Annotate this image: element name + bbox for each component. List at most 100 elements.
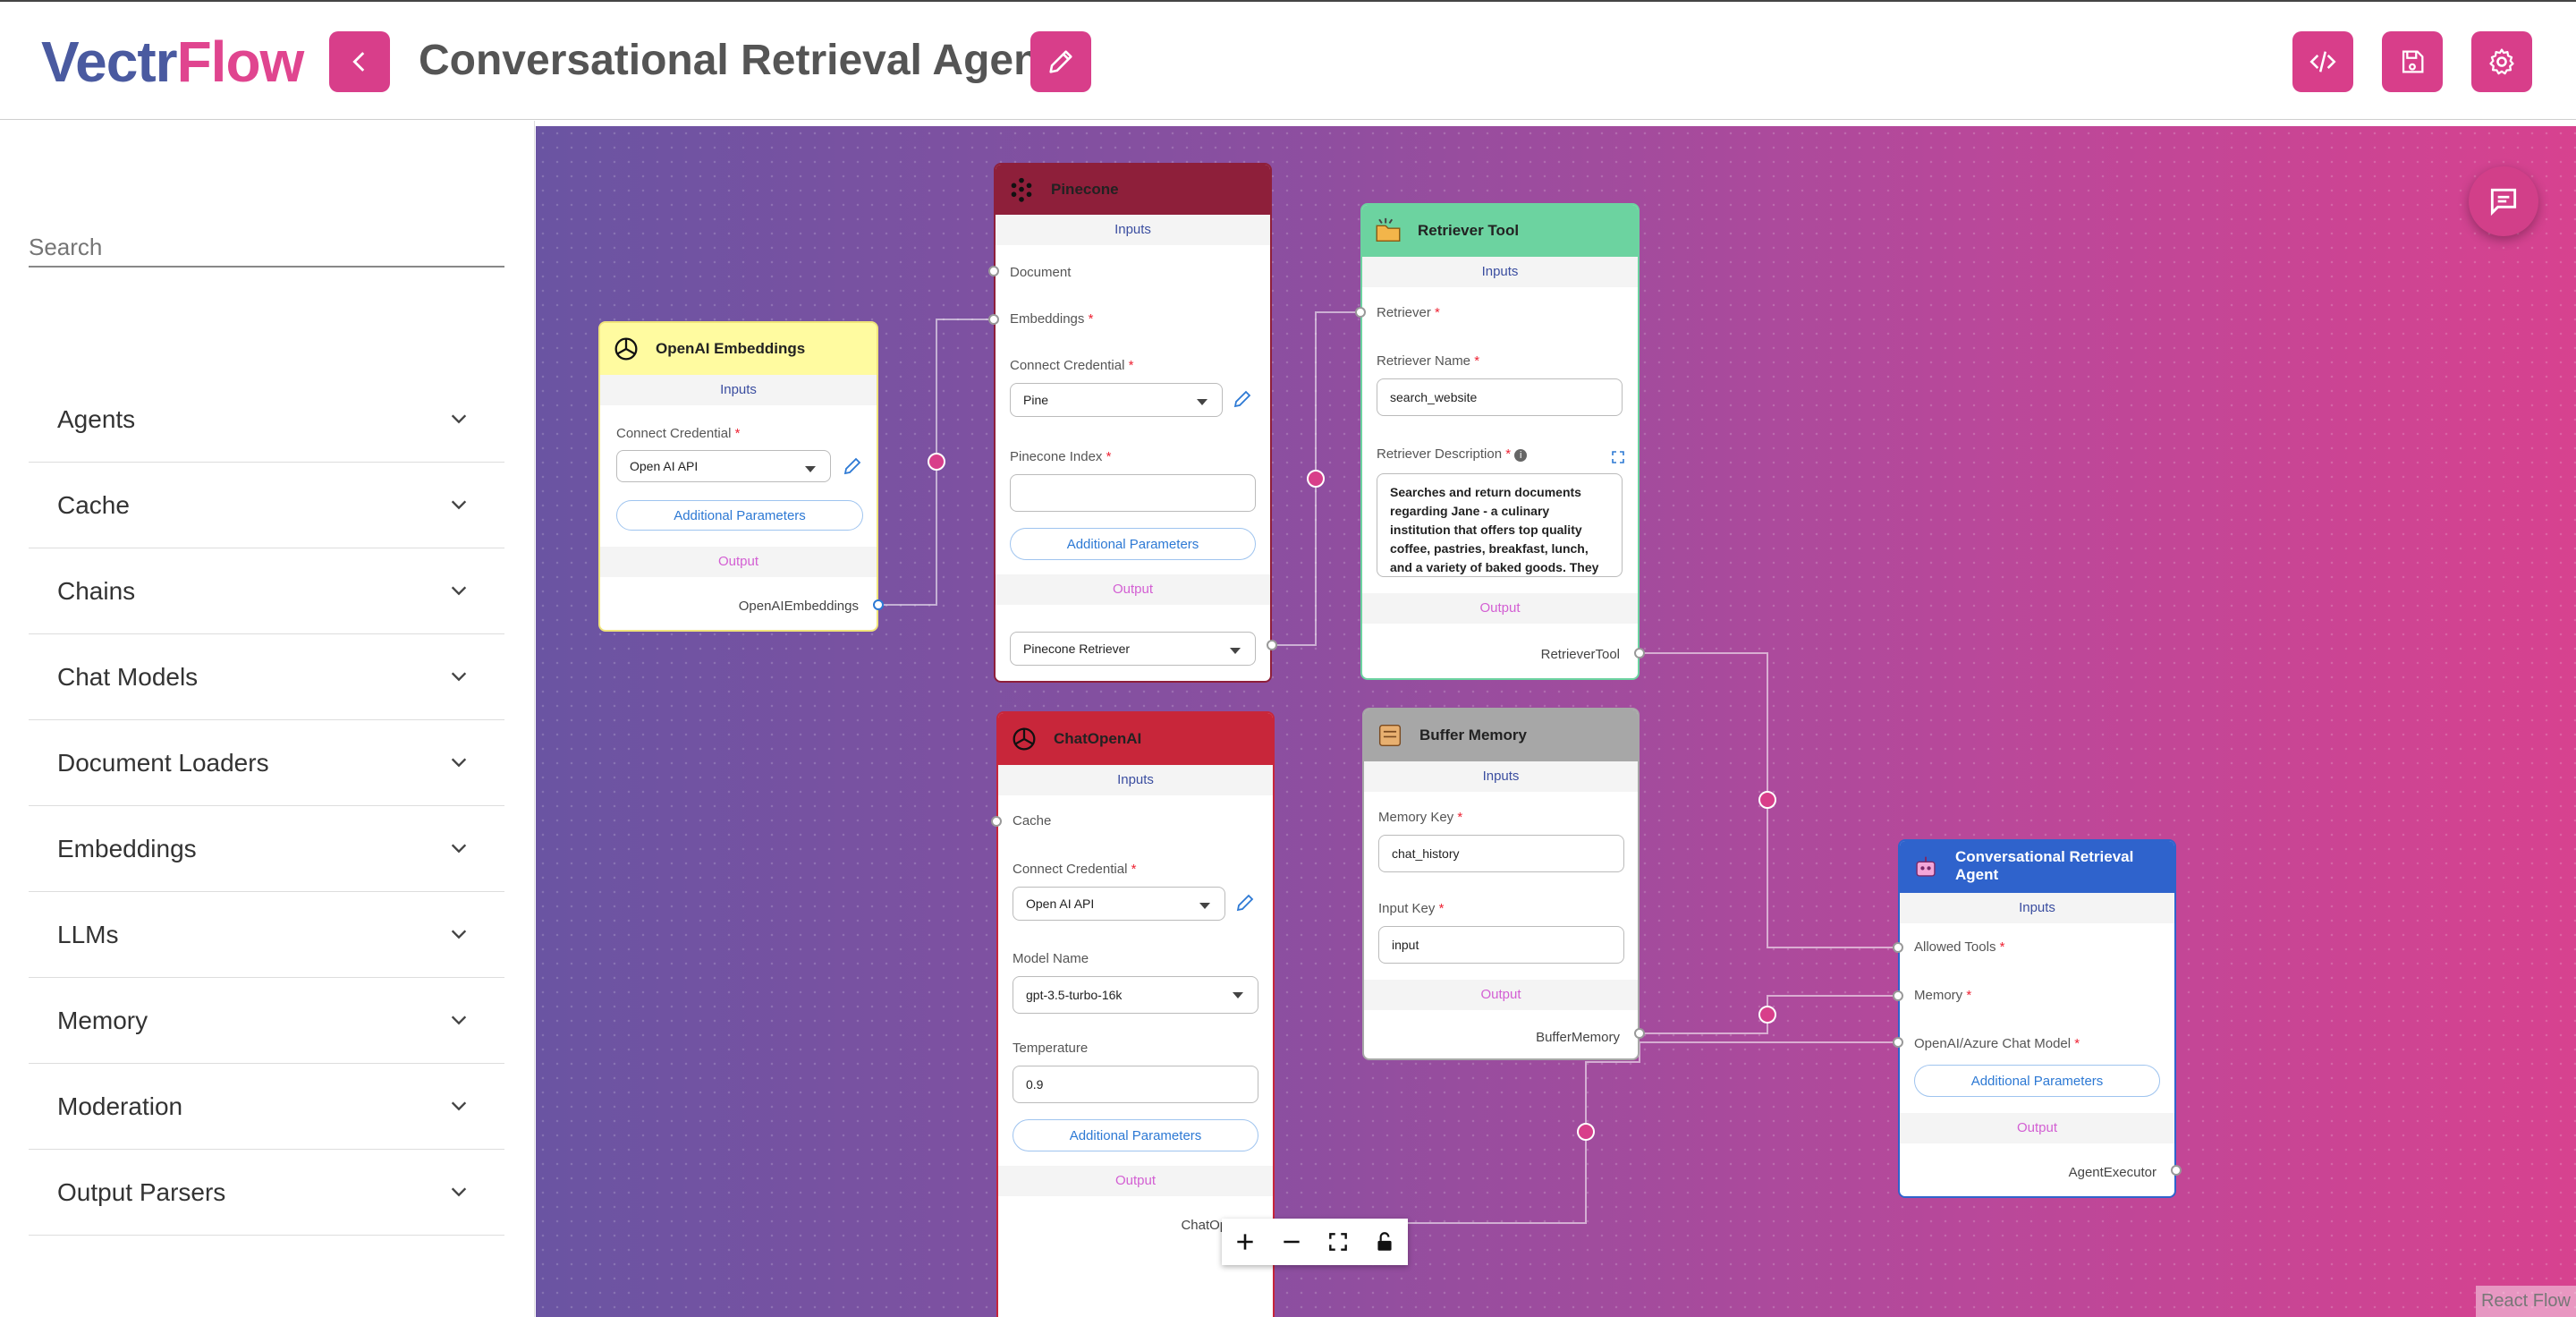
folder-tool-icon — [1376, 217, 1401, 242]
sidebar-category[interactable]: Document Loaders — [29, 720, 504, 806]
sidebar-category[interactable]: LLMs — [29, 892, 504, 978]
additional-parameters-button[interactable]: Additional Parameters — [616, 500, 863, 531]
allowed-tools-input-handle[interactable] — [1893, 942, 1903, 953]
output-handle[interactable] — [873, 599, 884, 610]
chevron-down-icon — [451, 1101, 467, 1111]
node-title: OpenAI Embeddings — [656, 340, 806, 357]
additional-parameters-button[interactable]: Additional Parameters — [1010, 528, 1256, 560]
node-openai-embeddings[interactable]: OpenAI Embeddings Inputs Connect Credent… — [598, 321, 878, 632]
embeddings-input-handle[interactable] — [988, 314, 999, 325]
retriever-name-input[interactable]: search_website — [1377, 378, 1623, 416]
chevron-down-icon — [451, 414, 467, 424]
sidebar-category-label: Chains — [57, 576, 136, 605]
edit-credential-icon[interactable] — [842, 455, 863, 477]
chat-icon — [2490, 188, 2517, 217]
node-title: Buffer Memory — [1419, 726, 1527, 743]
sidebar-category[interactable]: Moderation — [29, 1064, 504, 1150]
sidebar-category-label: Memory — [57, 1006, 148, 1034]
chat-model-input-handle[interactable] — [1893, 1037, 1903, 1048]
pinecone-index-input[interactable] — [1010, 474, 1256, 512]
credential-select[interactable]: Open AI API — [616, 450, 831, 482]
zoom-out-icon[interactable] — [1278, 1228, 1305, 1255]
additional-parameters-button[interactable]: Additional Parameters — [1013, 1119, 1258, 1151]
search-input[interactable] — [29, 192, 504, 268]
react-flow-attribution[interactable]: React Flow — [2475, 1286, 2576, 1317]
additional-parameters-button[interactable]: Additional Parameters — [1914, 1065, 2160, 1097]
sidebar-category[interactable]: Chains — [29, 548, 504, 634]
save-button[interactable] — [2382, 31, 2443, 92]
credential-label: Connect Credential * — [1010, 358, 1134, 373]
sidebar-category-label: LLMs — [57, 920, 119, 948]
fit-view-icon[interactable] — [1325, 1228, 1352, 1255]
node-retriever-tool[interactable]: Retriever Tool Inputs Retriever * Retrie… — [1360, 203, 1640, 680]
back-button[interactable] — [329, 31, 390, 92]
view-code-button[interactable] — [2292, 31, 2353, 92]
save-icon — [2402, 50, 2424, 73]
retriever-input-handle[interactable] — [1355, 307, 1366, 318]
sidebar-category-label: Chat Models — [57, 662, 199, 691]
chevron-down-icon — [451, 1187, 467, 1197]
flow-controls — [1222, 1219, 1408, 1265]
zoom-in-icon[interactable] — [1232, 1228, 1258, 1255]
chevron-down-icon — [451, 1015, 467, 1025]
sidebar-category[interactable]: Output Parsers — [29, 1150, 504, 1236]
flow-canvas[interactable]: OpenAI Embeddings Inputs Connect Credent… — [536, 126, 2576, 1317]
output-handle[interactable] — [1634, 1028, 1645, 1039]
temperature-label: Temperature — [1013, 1041, 1089, 1056]
credential-select[interactable]: Pine — [1010, 383, 1223, 417]
credential-select[interactable]: Open AI API — [1013, 887, 1225, 921]
inputs-section-label: Inputs — [996, 215, 1270, 245]
memory-input-handle[interactable] — [1893, 990, 1903, 1001]
document-input-handle[interactable] — [988, 266, 999, 276]
sidebar-category[interactable]: Cache — [29, 463, 504, 548]
edit-credential-icon[interactable] — [1232, 388, 1253, 410]
output-handle[interactable] — [1267, 640, 1277, 650]
info-icon: i — [1514, 449, 1528, 462]
input-key-label: Input Key * — [1378, 901, 1445, 916]
output-type-select[interactable]: Pinecone Retriever — [1010, 632, 1256, 666]
sidebar-category[interactable]: Memory — [29, 978, 504, 1064]
sidebar-category[interactable]: Embeddings — [29, 806, 504, 892]
output-label: BufferMemory — [1536, 1030, 1620, 1045]
chat-model-input-label: OpenAI/Azure Chat Model * — [1914, 1036, 2080, 1051]
output-handle[interactable] — [1634, 648, 1645, 658]
memory-key-input[interactable]: chat_history — [1378, 835, 1624, 872]
output-section-label: Output — [600, 547, 877, 577]
node-title-line-2: Agent — [1955, 866, 1999, 883]
temperature-input[interactable]: 0.9 — [1013, 1066, 1258, 1103]
node-title-line-1: Conversational Retrieval — [1955, 848, 2134, 865]
retriever-description-label: Retriever Description * i — [1377, 446, 1528, 462]
cache-input-handle[interactable] — [991, 816, 1002, 827]
pinecone-index-label: Pinecone Index * — [1010, 449, 1112, 464]
sidebar-category[interactable]: Chat Models — [29, 634, 504, 720]
chevron-down-icon — [451, 672, 467, 682]
output-handle[interactable] — [2171, 1165, 2182, 1176]
input-key-input[interactable]: input — [1378, 926, 1624, 964]
model-name-select[interactable]: gpt-3.5-turbo-16k — [1013, 976, 1258, 1014]
output-section-label: Output — [1900, 1113, 2174, 1143]
inputs-section-label: Inputs — [1900, 893, 2174, 923]
inputs-section-label: Inputs — [998, 765, 1273, 795]
node-sidebar: Agents Cache Chains Chat Models Document Loa… — [0, 121, 535, 1317]
sidebar-category[interactable]: Agents — [29, 377, 504, 463]
edit-title-button[interactable] — [1030, 31, 1091, 92]
node-buffer-memory[interactable]: Buffer Memory Inputs Memory Key * chat_h… — [1362, 708, 1640, 1060]
inputs-section-label: Inputs — [1364, 761, 1638, 792]
node-title: Retriever Tool — [1418, 222, 1520, 239]
chevron-down-icon — [451, 930, 467, 939]
expand-icon[interactable] — [1611, 450, 1625, 464]
node-conversational-retrieval-agent[interactable]: Conversational Retrieval Agent Inputs Al… — [1898, 839, 2176, 1198]
cache-input-label: Cache — [1013, 813, 1052, 828]
settings-button[interactable] — [2471, 31, 2532, 92]
output-section-label: Output — [996, 574, 1270, 605]
retriever-name-label: Retriever Name * — [1377, 353, 1480, 369]
retriever-description-textarea[interactable]: Searches and return documents regarding … — [1377, 473, 1623, 577]
allowed-tools-label: Allowed Tools * — [1914, 939, 2005, 955]
memory-input-label: Memory * — [1914, 988, 1972, 1003]
node-pinecone[interactable]: Pinecone Inputs Document Embeddings * Co… — [994, 163, 1272, 683]
chat-button[interactable] — [2469, 166, 2538, 236]
pinecone-icon — [1011, 177, 1032, 202]
edit-credential-icon[interactable] — [1234, 892, 1256, 913]
lock-icon[interactable] — [1371, 1228, 1398, 1255]
output-section-label: Output — [998, 1166, 1273, 1196]
